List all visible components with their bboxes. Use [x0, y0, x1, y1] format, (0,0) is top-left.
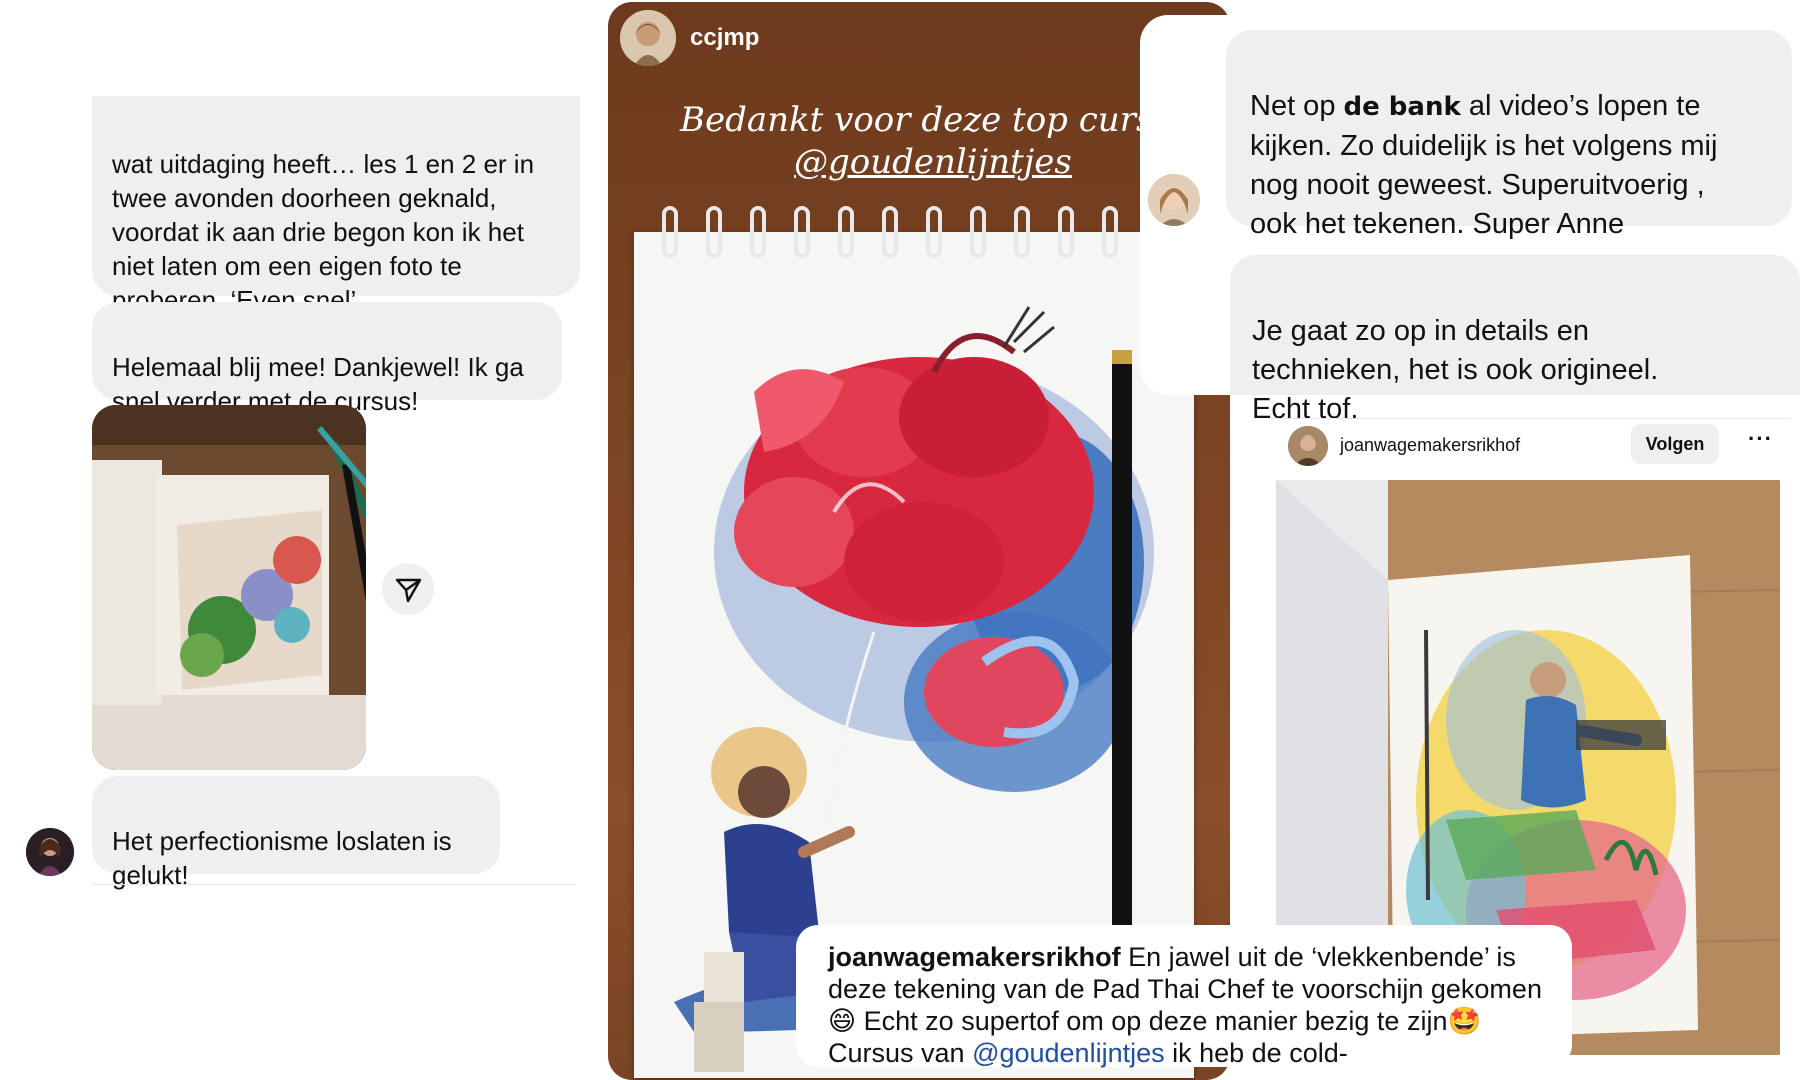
comment-text: Echt zo supertof om op deze manier bezig…	[856, 1006, 1448, 1036]
profile-photo-image	[1288, 426, 1328, 466]
sketchbook-photo-image	[92, 405, 366, 770]
post-username[interactable]: joanwagemakersrikhof	[1340, 435, 1520, 456]
avatar[interactable]	[620, 10, 676, 66]
chat-message-keyword: de bank	[1343, 92, 1461, 122]
story-caption-mention[interactable]: @goudenlijntjes	[794, 142, 1072, 182]
divider	[92, 884, 576, 885]
comment-text: ik heb de cold-	[1164, 1038, 1348, 1068]
chat-message-bubble: Helemaal blij mee! Dankjewel! Ik ga snel…	[92, 302, 562, 416]
follow-button[interactable]: Volgen	[1631, 424, 1719, 464]
avatar[interactable]	[1288, 426, 1328, 466]
divider	[1270, 418, 1790, 419]
story-caption-line: Bedankt voor deze top cursus	[680, 100, 1193, 140]
profile-photo-image	[1148, 174, 1200, 226]
comment-mention-link[interactable]: @goudenlijntjes	[972, 1038, 1165, 1068]
chat-message-text: Het perfectionisme loslaten is gelukt!	[112, 826, 452, 890]
chat-shared-photo[interactable]	[92, 405, 366, 770]
paper-plane-icon	[395, 578, 422, 603]
star-struck-emoji: 🤩	[1447, 1006, 1482, 1036]
comment-card: joanwagemakersrikhof En jawel uit de ‘vl…	[796, 925, 1572, 1068]
chat-message-text: Je gaat zo op in details en technieken, …	[1252, 315, 1659, 425]
chat-message-bubble: Het perfectionisme loslaten is gelukt!	[92, 776, 500, 890]
profile-photo-image	[26, 828, 74, 876]
chat-message-bubble: wat uitdaging heeft… les 1 en 2 er in tw…	[92, 96, 580, 315]
chat-message-text: wat uitdaging heeft… les 1 en 2 er in tw…	[112, 149, 535, 315]
avatar[interactable]	[1148, 174, 1200, 226]
chat-message-bubble: Je gaat zo op in details en technieken, …	[1230, 255, 1800, 425]
chat-message-text: Net op	[1250, 90, 1344, 122]
chat-message-bubble: Net op de bank al video’s lopen te kijke…	[1226, 30, 1792, 240]
share-button[interactable]	[382, 563, 434, 615]
story-post: ccjmp Bedankt voor deze top cursus @goud…	[608, 2, 1230, 1080]
story-username[interactable]: ccjmp	[690, 24, 759, 52]
more-options-icon[interactable]: ···	[1748, 426, 1773, 452]
profile-photo-image	[620, 10, 676, 66]
comment-text: Cursus van	[828, 1038, 973, 1068]
post-header: joanwagemakersrikhof Volgen ···	[1270, 420, 1790, 472]
grinning-face-emoji: 😄	[828, 1006, 857, 1036]
avatar[interactable]	[26, 828, 74, 876]
comment-username[interactable]: joanwagemakersrikhof	[828, 942, 1121, 972]
